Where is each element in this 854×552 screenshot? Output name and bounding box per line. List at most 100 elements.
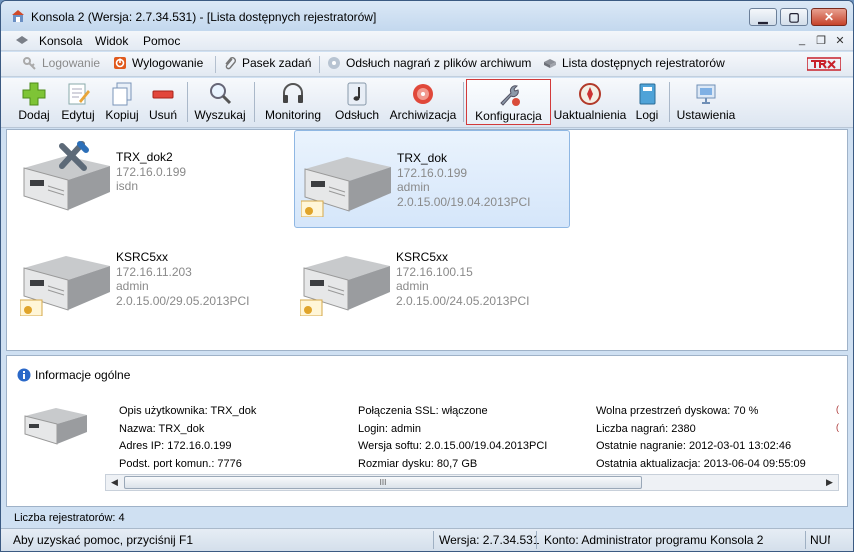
info-icon — [17, 368, 31, 382]
compass-icon — [579, 83, 601, 105]
device-details: KSRC5xx 172.16.100.15 admin 2.0.15.00/24… — [396, 250, 529, 308]
device-details: KSRC5xx 172.16.11.203 admin 2.0.15.00/29… — [116, 250, 249, 308]
tab-logowanie[interactable]: Logowanie — [23, 56, 100, 73]
device-line3: admin — [396, 279, 429, 293]
mdi-restore-button[interactable]: ❐ — [812, 33, 830, 48]
tab-lista-rejestratorow[interactable]: Lista dostępnych rejestratorów — [543, 56, 725, 73]
magnifier-icon — [210, 83, 232, 105]
recorder-device-icon — [301, 157, 391, 217]
device-item-trx-dok[interactable]: TRX_dok 172.16.0.199 admin 2.0.15.00/19.… — [294, 130, 570, 228]
device-version: 2.0.15.00/19.04.2013PCI — [397, 194, 531, 209]
minimize-icon: ▁ — [758, 10, 768, 24]
edit-icon — [68, 83, 90, 105]
recorder-device-icon — [24, 408, 87, 445]
tab-pasek-zadan[interactable]: Pasek zadań — [223, 56, 311, 73]
scroll-thumb[interactable]: III — [124, 476, 642, 489]
archive-label: Archiwizacja — [389, 108, 457, 122]
trx-logo — [807, 57, 841, 71]
delete-button[interactable]: Usuń — [145, 79, 181, 125]
title-bar[interactable]: Konsola 2 (Wersja: 2.7.34.531) - [Lista … — [1, 1, 853, 31]
mdi-close-button[interactable]: ✕ — [831, 33, 849, 48]
toolbar-separator — [254, 82, 255, 122]
tab-label: Logowanie — [42, 56, 101, 70]
monitoring-label: Monitoring — [264, 108, 322, 122]
status-account: Konto: Administrator programu Konsola 2 — [544, 533, 764, 547]
tab-label: Wylogowanie — [132, 56, 204, 70]
minus-icon — [152, 90, 174, 99]
info-user-description: Opis użytkownika: TRX_dok — [119, 405, 257, 417]
info-port: Podst. port komun.: 7776 — [119, 457, 242, 470]
close-icon: ✕ — [823, 10, 835, 24]
scroll-right-icon[interactable]: ▶ — [821, 475, 838, 490]
info-disk-size: Rozmiar dysku: 80,7 GB — [358, 457, 478, 470]
archive-button[interactable]: Archiwizacja — [387, 79, 459, 125]
mdi-minimize-button[interactable]: _ — [793, 33, 811, 48]
edit-label: Edytuj — [61, 108, 95, 122]
notebook-icon — [639, 83, 656, 105]
info-login: Login: admin — [358, 422, 421, 435]
device-item-trx-dok2[interactable]: TRX_dok2 172.16.0.199 isdn — [14, 130, 290, 228]
device-line3: admin — [397, 180, 430, 194]
info-ssl: Połączenia SSL: włączone — [358, 405, 488, 417]
status-numlock: NUM — [810, 533, 830, 547]
headphones-icon — [283, 83, 303, 103]
device-details: TRX_dok2 172.16.0.199 isdn — [116, 150, 186, 194]
menu-pomoc[interactable]: Pomoc — [143, 34, 180, 48]
info-horizontal-scrollbar[interactable]: ◀ III ▶ — [105, 474, 839, 491]
status-separator — [536, 531, 537, 549]
info-last-recording: Ostatnie nagranie: 2012-03-01 13:02:46 — [596, 440, 792, 452]
configuration-button[interactable]: Konfiguracja — [466, 79, 551, 125]
device-line3: admin — [116, 279, 149, 293]
copy-icon — [112, 82, 132, 106]
copy-button[interactable]: Kopiuj — [102, 79, 142, 125]
info-name: Nazwa: TRX_dok — [119, 422, 205, 435]
menu-grip-icon — [16, 36, 28, 44]
device-item-ksrc5xx-1[interactable]: KSRC5xx 172.16.11.203 admin 2.0.15.00/29… — [14, 230, 290, 328]
listen-button[interactable]: Odsłuch — [331, 79, 383, 125]
recorder-icon — [544, 59, 556, 68]
device-item-ksrc5xx-2[interactable]: KSRC5xx 172.16.100.15 admin 2.0.15.00/24… — [294, 230, 570, 328]
close-button[interactable]: ✕ — [811, 8, 847, 26]
settings-label: Ustawienia — [676, 108, 736, 122]
main-toolbar: Dodaj Edytuj Kopiuj Usuń Wyszukaj Monito… — [1, 78, 853, 128]
device-name: TRX_dok — [397, 151, 448, 165]
search-label: Wyszukaj — [194, 108, 246, 122]
overflow-marker: ( — [836, 404, 839, 414]
info-column-2: Połączenia SSL: włączone Login: admin We… — [358, 403, 547, 473]
updates-button[interactable]: Uaktualnienia — [552, 79, 628, 125]
device-line3: isdn — [116, 179, 139, 193]
device-version: 2.0.15.00/24.05.2013PCI — [396, 293, 530, 308]
edit-button[interactable]: Edytuj — [57, 79, 99, 125]
info-software-version: Wersja softu: 2.0.15.00/19.04.2013PCI — [358, 440, 548, 452]
task-tabbar: Logowanie Wylogowanie Pasek zadań Odsłuc… — [1, 52, 853, 77]
plus-icon — [22, 82, 46, 106]
info-last-update: Ostatnia aktualizacja: 2013-06-04 09:55:… — [596, 457, 806, 470]
status-version: Wersja: 2.7.34.531 — [439, 533, 540, 547]
info-heading: Informacje ogólne — [17, 368, 130, 382]
menu-konsola[interactable]: Konsola — [39, 34, 82, 48]
search-button[interactable]: Wyszukaj — [192, 79, 248, 125]
logs-button[interactable]: Logi — [632, 79, 662, 125]
info-heading-text: Informacje ogólne — [35, 368, 131, 382]
scroll-left-icon[interactable]: ◀ — [106, 475, 123, 490]
info-ip-address: Adres IP: 172.16.0.199 — [119, 440, 232, 452]
maximize-button[interactable]: ▢ — [780, 8, 808, 26]
settings-button[interactable]: Ustawienia — [674, 79, 738, 125]
main-window: Konsola 2 (Wersja: 2.7.34.531) - [Lista … — [0, 0, 854, 552]
device-ip: 172.16.0.199 — [397, 165, 468, 180]
status-bar: Aby uzyskać pomoc, przyciśnij F1 Wersja:… — [1, 528, 853, 551]
minimize-button[interactable]: ▁ — [749, 8, 777, 26]
tab-odsluch-archiwum[interactable]: Odsłuch nagrań z plików archiwum — [327, 56, 531, 73]
tab-label: Odsłuch nagrań z plików archiwum — [346, 56, 532, 70]
device-name: KSRC5xx — [396, 250, 449, 264]
tab-separator — [215, 56, 216, 73]
recorder-device-icon — [20, 256, 110, 316]
menu-widok[interactable]: Widok — [95, 34, 128, 48]
app-icon — [12, 10, 24, 22]
info-free-space: Wolna przestrzeń dyskowa: 70 % — [596, 405, 759, 417]
monitoring-button[interactable]: Monitoring — [259, 79, 327, 125]
status-separator — [433, 531, 434, 549]
toolbar-separator — [187, 82, 188, 122]
add-button[interactable]: Dodaj — [15, 79, 53, 125]
tab-wylogowanie[interactable]: Wylogowanie — [113, 56, 203, 73]
